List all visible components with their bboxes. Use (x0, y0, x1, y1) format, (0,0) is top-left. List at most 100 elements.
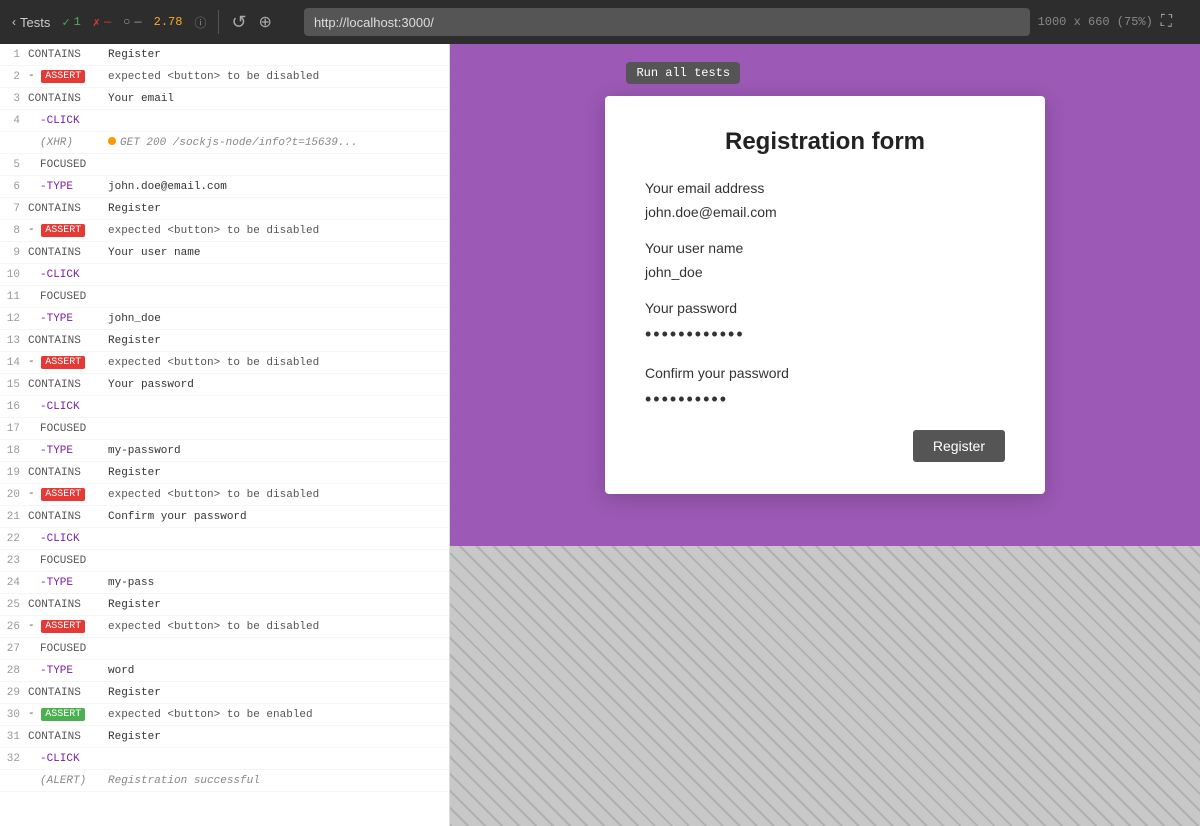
line-number: 6 (0, 181, 28, 193)
log-content: my-pass (108, 577, 449, 589)
log-line: 20- ASSERTexpected <button> to be disabl… (0, 484, 449, 506)
log-content: Confirm your password (108, 511, 449, 523)
log-type: CONTAINS (28, 203, 108, 215)
log-content: GET 200 /sockjs-node/info?t=15639... (108, 137, 358, 149)
line-number: 22 (0, 533, 28, 545)
username-value: john_doe (645, 260, 1005, 284)
line-number: 15 (0, 379, 28, 391)
log-type: CONTAINS (28, 687, 108, 699)
pending-stat: ○ — (123, 15, 141, 29)
log-type: CONTAINS (28, 247, 108, 259)
line-number: 1 (0, 49, 28, 61)
info-stat: ⓘ (194, 14, 206, 31)
browser-content-top: Registration form Your email address joh… (450, 44, 1200, 546)
log-content: expected <button> to be disabled (108, 621, 449, 633)
log-type: (ALERT) (28, 775, 108, 787)
log-line: 21CONTAINSConfirm your password (0, 506, 449, 528)
browser-content-bottom (450, 546, 1200, 826)
log-type: FOCUSED (28, 291, 108, 303)
username-group: Your user name john_doe (645, 240, 1005, 284)
line-number: 4 (0, 115, 28, 127)
log-line: 32-CLICK (0, 748, 449, 770)
log-line: 16-CLICK (0, 396, 449, 418)
log-type: -TYPE (28, 181, 108, 193)
log-type: FOCUSED (28, 555, 108, 567)
email-group: Your email address john.doe@email.com (645, 180, 1005, 224)
confirm-label: Confirm your password (645, 365, 1005, 381)
line-number: 26 (0, 621, 28, 633)
log-type: - ASSERT (28, 488, 108, 501)
log-content: Register (108, 599, 449, 611)
toolbar-left: ‹ Tests ✓ 1 ✗ — ○ — 2.78 ⓘ ↺ Run all tes… (12, 10, 272, 34)
navigate-button[interactable]: ⊕ (259, 12, 272, 32)
log-line: 29CONTAINSRegister (0, 682, 449, 704)
register-button[interactable]: Register (913, 430, 1005, 462)
confirm-dots: •••••••••• (645, 385, 1005, 414)
log-line: 13CONTAINSRegister (0, 330, 449, 352)
log-line: (XHR)GET 200 /sockjs-node/info?t=15639..… (0, 132, 449, 154)
expand-icon[interactable]: ⛶ (1161, 13, 1172, 31)
line-number: 14 (0, 357, 28, 369)
pass-stat: ✓ 1 (62, 15, 80, 30)
line-number: 5 (0, 159, 28, 171)
tests-label: Tests (20, 15, 50, 30)
run-all-container: ↺ Run all tests (231, 12, 246, 33)
url-input[interactable] (304, 8, 1030, 36)
log-content: my-password (108, 445, 449, 457)
email-label: Your email address (645, 180, 1005, 196)
line-number: 2 (0, 71, 28, 83)
log-line: 4-CLICK (0, 110, 449, 132)
log-line: 12-TYPEjohn_doe (0, 308, 449, 330)
log-type: (XHR) (28, 137, 108, 149)
line-number: 10 (0, 269, 28, 281)
log-type: CONTAINS (28, 49, 108, 61)
line-number: 19 (0, 467, 28, 479)
log-content: Register (108, 49, 449, 61)
username-label: Your user name (645, 240, 1005, 256)
line-number: 21 (0, 511, 28, 523)
xhr-dot-icon (108, 137, 116, 145)
line-number: 30 (0, 709, 28, 721)
log-content: Your password (108, 379, 449, 391)
line-number: 3 (0, 93, 28, 105)
time-stat: 2.78 (154, 15, 183, 29)
log-type: -CLICK (28, 115, 108, 127)
assert-badge: ASSERT (41, 224, 85, 237)
line-number: 20 (0, 489, 28, 501)
log-line: 6-TYPEjohn.doe@email.com (0, 176, 449, 198)
divider (218, 10, 219, 34)
log-content: Registration successful (108, 775, 260, 787)
log-line: 25CONTAINSRegister (0, 594, 449, 616)
log-type: -CLICK (28, 533, 108, 545)
log-type: FOCUSED (28, 423, 108, 435)
assert-badge: ASSERT (41, 708, 85, 721)
log-line: 14- ASSERTexpected <button> to be disabl… (0, 352, 449, 374)
pass-count: 1 (74, 15, 81, 29)
log-type: CONTAINS (28, 93, 108, 105)
log-type: -TYPE (28, 665, 108, 677)
line-number: 25 (0, 599, 28, 611)
line-number: 13 (0, 335, 28, 347)
assert-badge: ASSERT (41, 488, 85, 501)
info-icon: ⓘ (194, 17, 206, 31)
assert-badge: ASSERT (41, 70, 85, 83)
line-number: 28 (0, 665, 28, 677)
fail-stat: ✗ — (93, 15, 111, 30)
tests-back-button[interactable]: ‹ Tests (12, 15, 50, 30)
check-icon: ✓ (62, 15, 69, 30)
log-type: CONTAINS (28, 599, 108, 611)
log-content: expected <button> to be disabled (108, 71, 449, 83)
line-number: 32 (0, 753, 28, 765)
log-line: 10-CLICK (0, 264, 449, 286)
log-line: 11FOCUSED (0, 286, 449, 308)
log-content: expected <button> to be disabled (108, 357, 449, 369)
log-type: FOCUSED (28, 643, 108, 655)
line-number: 23 (0, 555, 28, 567)
line-number: 17 (0, 423, 28, 435)
form-title: Registration form (645, 128, 1005, 156)
log-line: 18-TYPEmy-password (0, 440, 449, 462)
log-line: 8- ASSERTexpected <button> to be disable… (0, 220, 449, 242)
run-all-button[interactable]: ↺ (231, 12, 246, 33)
log-type: - ASSERT (28, 70, 108, 83)
log-line: 7CONTAINSRegister (0, 198, 449, 220)
